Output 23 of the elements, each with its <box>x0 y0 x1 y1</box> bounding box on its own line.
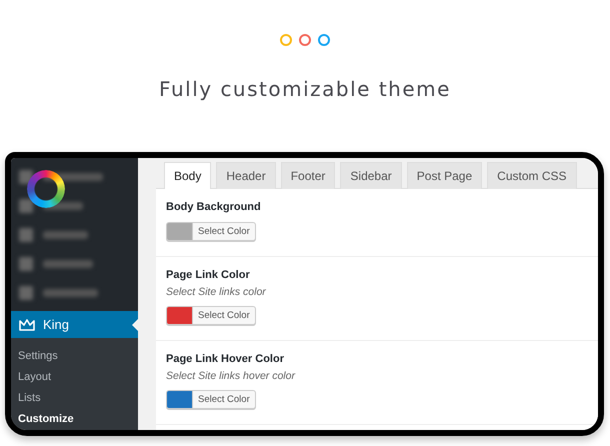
tab[interactable]: Footer <box>280 162 336 189</box>
tab[interactable]: Sidebar <box>340 162 402 189</box>
section-label: King <box>43 317 70 332</box>
sidebar-section[interactable]: King <box>11 311 138 338</box>
sidebar-item[interactable]: Lists <box>11 388 138 409</box>
setting-description: Select Site links color <box>166 286 266 298</box>
sidebar-item[interactable]: Customize <box>11 409 138 430</box>
tab[interactable]: Post Page <box>406 162 482 189</box>
color-picker-button[interactable]: Select Color <box>166 306 256 325</box>
setting-description: Select Site links hover color <box>166 370 295 382</box>
sidebar-item[interactable]: Layout <box>11 367 138 388</box>
color-picker-button[interactable]: Select Color <box>166 390 256 409</box>
headline: Fully customizable theme <box>159 77 451 101</box>
setting-title: Page Link Color <box>166 269 250 281</box>
tab[interactable]: Custom CSS <box>487 162 577 189</box>
tab[interactable]: Header <box>216 162 276 189</box>
setting-title: Page Link Hover Color <box>166 353 284 365</box>
setting-title: Body Background <box>166 201 261 213</box>
sidebar-item[interactable]: Settings <box>11 346 138 367</box>
crown-icon <box>19 318 35 330</box>
color-picker-button[interactable]: Select Color <box>166 222 256 241</box>
tab[interactable]: Body <box>164 162 212 189</box>
dots-drawing <box>279 33 331 47</box>
